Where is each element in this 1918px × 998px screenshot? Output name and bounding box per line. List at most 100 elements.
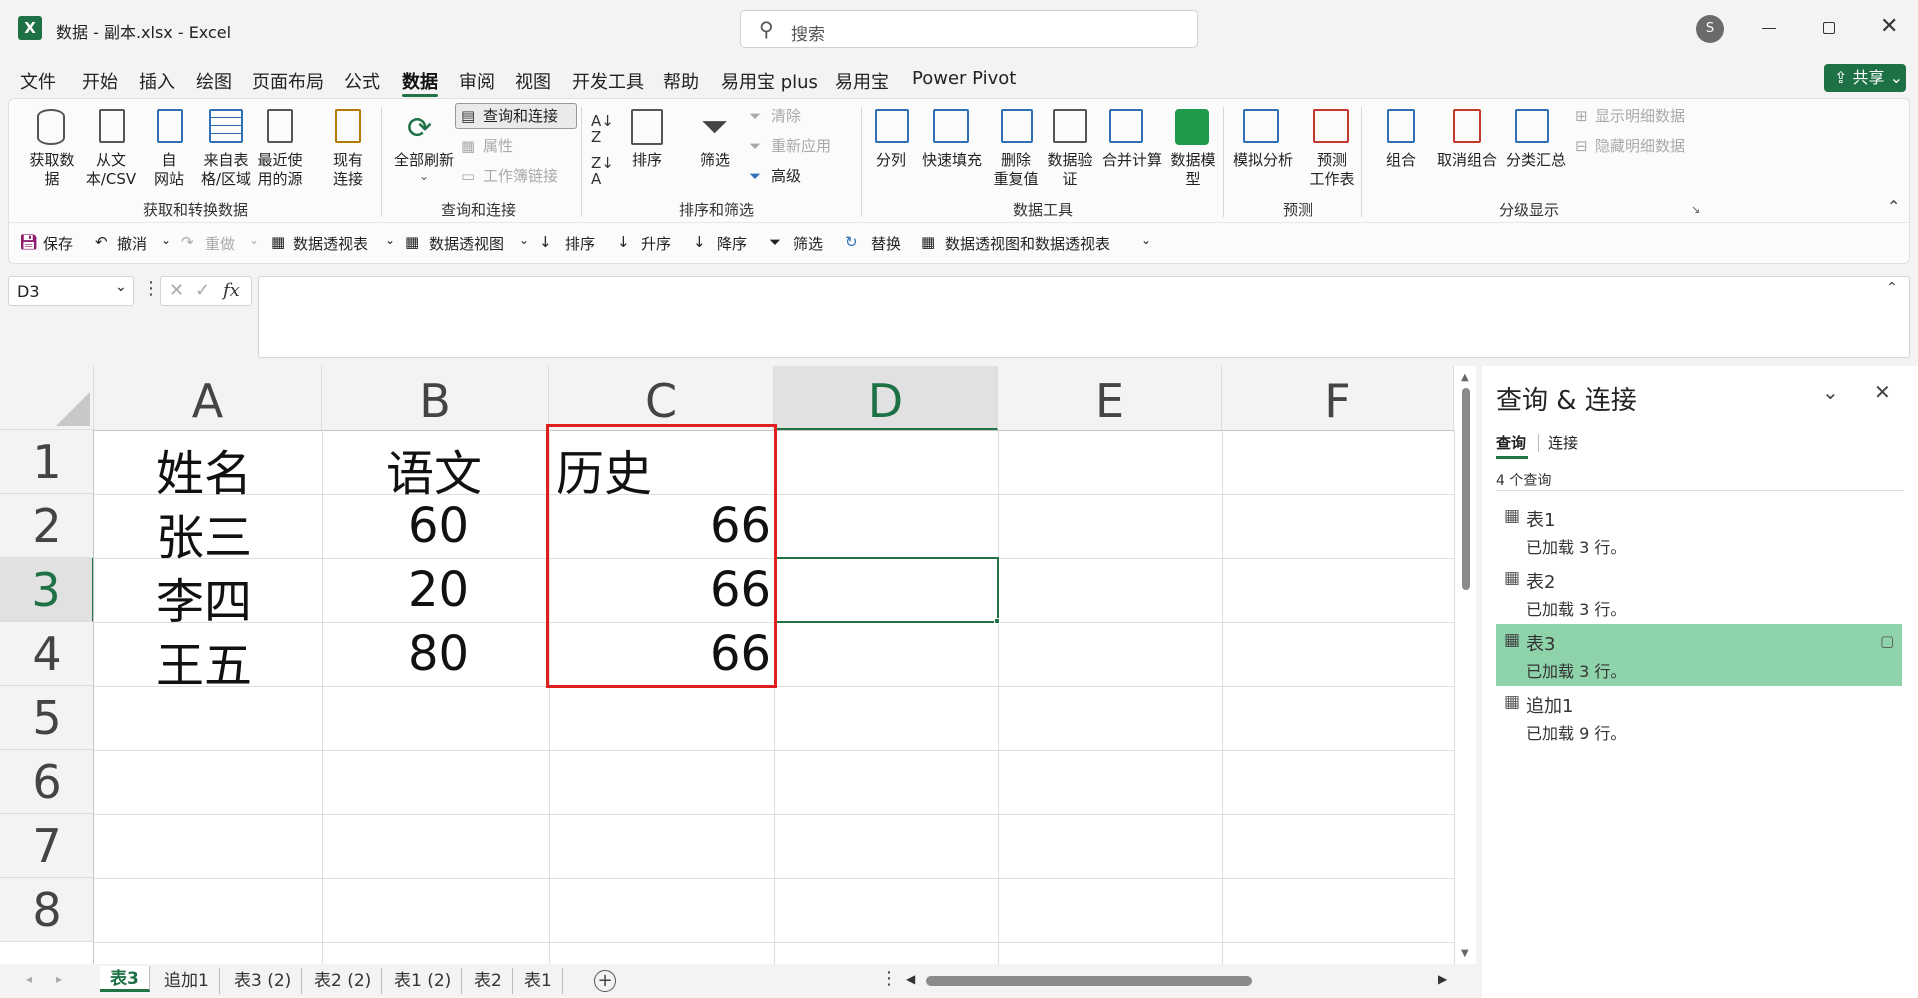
flash-fill-button[interactable]: 快速填充: [919, 151, 985, 170]
chevron-down-icon[interactable]: ⌄: [249, 233, 259, 247]
column-header-d[interactable]: D: [774, 366, 998, 430]
menu-formulas[interactable]: 公式: [344, 68, 380, 94]
group-button[interactable]: 组合: [1379, 151, 1423, 170]
add-sheet-icon[interactable]: +: [594, 970, 616, 992]
tab-splitter-icon[interactable]: ⋮: [880, 968, 898, 989]
row-header-1[interactable]: 1: [0, 430, 94, 494]
filter-button[interactable]: 筛选: [695, 151, 735, 170]
horizontal-scrollbar[interactable]: ◀ ▶: [904, 970, 1454, 992]
subtotal-button[interactable]: 分类汇总: [1503, 151, 1569, 170]
cell-a1[interactable]: 姓名: [156, 434, 252, 504]
sheet-tab[interactable]: 表2 (2): [304, 968, 383, 994]
from-text-csv-button[interactable]: 从文 本/CSV: [81, 151, 141, 189]
advanced-button[interactable]: 高级: [771, 167, 801, 186]
column-header-a[interactable]: A: [94, 366, 322, 430]
cell-b4[interactable]: 80: [408, 626, 469, 682]
scroll-left-icon[interactable]: ◀: [906, 972, 915, 986]
query-item-table1[interactable]: ▦ 表1 已加载 3 行。: [1496, 500, 1902, 562]
properties-button[interactable]: 属性: [483, 137, 513, 156]
sheet-tab[interactable]: 表2: [464, 968, 513, 994]
share-button[interactable]: ⇪ 共享 ⌄: [1824, 64, 1906, 92]
minimize-icon[interactable]: [1762, 28, 1776, 29]
row-header-5[interactable]: 5: [0, 686, 94, 750]
forecast-sheet-button[interactable]: 预测 工作表: [1305, 151, 1359, 189]
from-web-button[interactable]: 自 网站: [149, 151, 189, 189]
menu-data[interactable]: 数据: [402, 68, 438, 94]
menu-review[interactable]: 审阅: [459, 68, 495, 94]
query-item-table2[interactable]: ▦ 表2 已加载 3 行。: [1496, 562, 1902, 624]
cancel-icon[interactable]: ✕: [169, 280, 184, 301]
text-to-columns-button[interactable]: 分列: [871, 151, 911, 170]
vertical-scrollbar[interactable]: ▲ ▼: [1456, 366, 1476, 966]
avatar[interactable]: S: [1696, 15, 1724, 43]
remove-duplicates-button[interactable]: 删除 重复值: [991, 151, 1041, 189]
menu-easy[interactable]: 易用宝: [835, 68, 889, 94]
show-detail-button[interactable]: 显示明细数据: [1595, 107, 1685, 126]
cell-a4[interactable]: 王五: [156, 626, 252, 696]
refresh-all-button[interactable]: 全部刷新: [389, 151, 459, 170]
sheet-tab[interactable]: 表1: [514, 968, 563, 994]
pane-options-icon[interactable]: ⌄: [1822, 380, 1839, 404]
selected-cell-d3[interactable]: [774, 557, 999, 623]
column-header-f[interactable]: F: [1222, 366, 1454, 430]
menu-developer[interactable]: 开发工具: [572, 68, 644, 94]
formula-input[interactable]: [258, 276, 1910, 358]
cell-b3[interactable]: 20: [408, 562, 469, 618]
menu-draw[interactable]: 绘图: [196, 68, 232, 94]
get-data-button[interactable]: 获取数 据: [27, 151, 77, 189]
search-box[interactable]: ⚲ 搜索: [740, 10, 1198, 48]
from-table-button[interactable]: 来自表 格/区域: [197, 151, 255, 189]
column-header-c[interactable]: C: [549, 366, 774, 430]
menu-power-pivot[interactable]: Power Pivot: [912, 68, 1016, 89]
recent-sources-button[interactable]: 最近使 用的源: [251, 151, 309, 189]
sort-button[interactable]: 排序: [629, 151, 665, 170]
sheet-tab[interactable]: 表1 (2): [384, 968, 463, 994]
menu-help[interactable]: 帮助: [663, 68, 699, 94]
close-pane-icon[interactable]: ✕: [1874, 380, 1891, 404]
reapply-button[interactable]: 重新应用: [771, 137, 831, 156]
sort-ascending-button[interactable]: 升序: [641, 233, 671, 254]
cell-b1[interactable]: 语文: [386, 434, 482, 504]
collapse-ribbon-icon[interactable]: ⌃: [1887, 197, 1900, 216]
dialog-launcher-icon[interactable]: ↘: [1691, 203, 1700, 216]
what-if-button[interactable]: 模拟分析: [1231, 151, 1295, 170]
row-header-8[interactable]: 8: [0, 878, 94, 942]
cell-a3[interactable]: 李四: [156, 562, 252, 632]
prev-sheet-icon[interactable]: ◂: [26, 972, 32, 986]
row-header-6[interactable]: 6: [0, 750, 94, 814]
peek-icon[interactable]: ▢: [1880, 632, 1894, 650]
data-model-button[interactable]: 数据模 型: [1167, 151, 1219, 189]
query-item-table3[interactable]: ▦ 表3 已加载 3 行。 ▢: [1496, 624, 1902, 686]
hide-detail-button[interactable]: 隐藏明细数据: [1595, 137, 1685, 156]
sheet-tab[interactable]: 追加1: [154, 968, 220, 994]
column-header-e[interactable]: E: [998, 366, 1222, 430]
existing-connections-button[interactable]: 现有 连接: [325, 151, 371, 189]
scroll-down-icon[interactable]: ▼: [1461, 948, 1469, 959]
column-header-b[interactable]: B: [322, 366, 549, 430]
row-header-4[interactable]: 4: [0, 622, 94, 686]
undo-button[interactable]: 撤消: [117, 233, 147, 254]
scroll-up-icon[interactable]: ▲: [1461, 372, 1469, 383]
customize-qat-icon[interactable]: ⌄: [1141, 233, 1151, 247]
menu-home[interactable]: 开始: [82, 68, 118, 94]
data-validation-button[interactable]: 数据验 证: [1043, 151, 1097, 189]
sheet-tab-active[interactable]: 表3: [100, 966, 150, 992]
restore-icon[interactable]: [1823, 22, 1835, 34]
tab-queries[interactable]: 查询: [1496, 432, 1526, 453]
row-header-7[interactable]: 7: [0, 814, 94, 878]
save-button[interactable]: 保存: [43, 233, 73, 254]
menu-view[interactable]: 视图: [515, 68, 551, 94]
enter-icon[interactable]: ✓: [195, 280, 210, 301]
scroll-right-icon[interactable]: ▶: [1438, 972, 1447, 986]
menu-page-layout[interactable]: 页面布局: [252, 68, 324, 94]
row-header-3[interactable]: 3: [0, 558, 94, 622]
clear-button[interactable]: 清除: [771, 107, 801, 126]
pivot-both-button[interactable]: 数据透视图和数据透视表: [945, 233, 1110, 254]
close-icon[interactable]: ✕: [1880, 14, 1898, 39]
filter-button[interactable]: 筛选: [793, 233, 823, 254]
chevron-down-icon[interactable]: ⌄: [385, 233, 395, 247]
pivot-table-button[interactable]: 数据透视表: [293, 233, 368, 254]
consolidate-button[interactable]: 合并计算: [1099, 151, 1165, 170]
menu-insert[interactable]: 插入: [139, 68, 175, 94]
workbook-links-button[interactable]: 工作簿链接: [483, 167, 558, 186]
